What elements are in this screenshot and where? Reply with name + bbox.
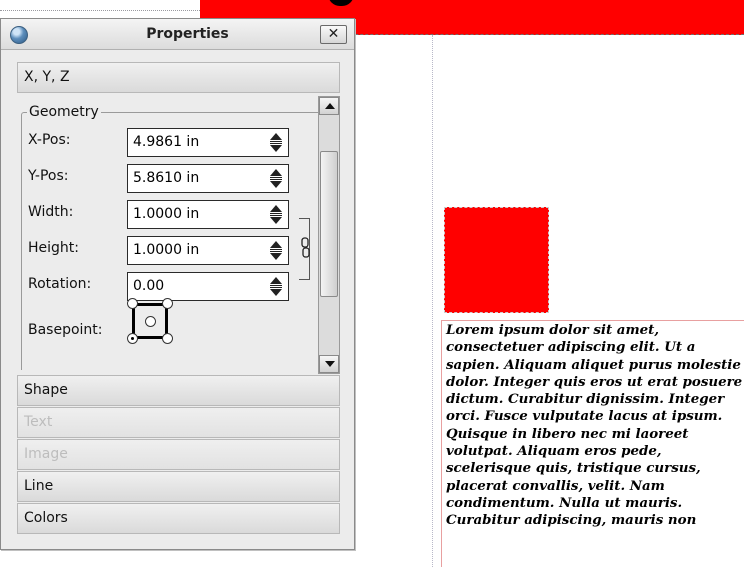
rotation-value: 0.00 <box>133 278 165 294</box>
section-colors-label: Colors <box>24 510 68 526</box>
chain-link-icon[interactable] <box>301 237 310 259</box>
section-shape[interactable]: Shape <box>17 375 340 406</box>
vertical-guide <box>432 35 433 567</box>
selected-square-shape[interactable] <box>444 207 549 313</box>
width-label: Width: <box>28 204 74 220</box>
basepoint-top-right[interactable] <box>162 298 173 309</box>
ypos-value: 5.8610 in <box>133 170 200 186</box>
ypos-label: Y-Pos: <box>28 168 69 184</box>
banner-glyph <box>328 0 354 6</box>
text-frame[interactable]: Lorem ipsum dolor sit amet, consectetuer… <box>441 320 744 567</box>
width-spin-icon[interactable] <box>270 205 282 224</box>
height-label: Height: <box>28 240 79 256</box>
window-title: Properties <box>146 26 229 42</box>
basepoint-bottom-right[interactable] <box>162 333 173 344</box>
height-spin-icon[interactable] <box>270 241 282 260</box>
xpos-field[interactable]: 4.9861 in <box>127 128 289 157</box>
scroll-up-icon[interactable] <box>319 97 339 115</box>
rotation-label: Rotation: <box>28 276 92 292</box>
xpos-label: X-Pos: <box>28 132 71 148</box>
section-xyz[interactable]: X, Y, Z <box>17 62 340 93</box>
section-line[interactable]: Line <box>17 471 340 502</box>
section-colors[interactable]: Colors <box>17 503 340 534</box>
basepoint-bottom-left[interactable] <box>127 333 138 344</box>
basepoint-selector[interactable] <box>125 296 175 346</box>
ypos-spin-icon[interactable] <box>270 169 282 188</box>
section-text: Text <box>17 407 340 438</box>
section-text-label: Text <box>24 414 53 430</box>
width-field[interactable]: 1.0000 in <box>127 200 289 229</box>
geometry-legend: Geometry <box>27 104 101 120</box>
xpos-value: 4.9861 in <box>133 134 200 150</box>
ypos-field[interactable]: 5.8610 in <box>127 164 289 193</box>
section-xyz-label: X, Y, Z <box>24 69 70 85</box>
rotation-spin-icon[interactable] <box>270 277 282 296</box>
basepoint-label: Basepoint: <box>28 322 103 338</box>
section-image: Image <box>17 439 340 470</box>
section-image-label: Image <box>24 446 68 462</box>
section-shape-label: Shape <box>24 382 68 398</box>
scroll-down-icon[interactable] <box>319 355 339 373</box>
lorem-text: Lorem ipsum dolor sit amet, consectetuer… <box>446 322 743 529</box>
geometry-panel: Geometry X-Pos: 4.9861 in Y-Pos: 5.8610 … <box>17 96 340 370</box>
panel-scrollbar[interactable] <box>318 96 340 374</box>
margin-guide <box>0 10 200 11</box>
basepoint-top-left[interactable] <box>127 298 138 309</box>
xpos-spin-icon[interactable] <box>270 133 282 152</box>
section-line-label: Line <box>24 478 54 494</box>
close-button[interactable]: ✕ <box>320 25 347 44</box>
height-value: 1.0000 in <box>133 242 200 258</box>
height-field[interactable]: 1.0000 in <box>127 236 289 265</box>
width-value: 1.0000 in <box>133 206 200 222</box>
title-bar[interactable]: Properties ✕ <box>1 19 354 50</box>
properties-window: Properties ✕ X, Y, Z Geometry X-Pos: 4.9… <box>0 18 355 550</box>
scroll-thumb[interactable] <box>320 151 338 297</box>
basepoint-center[interactable] <box>145 316 156 327</box>
